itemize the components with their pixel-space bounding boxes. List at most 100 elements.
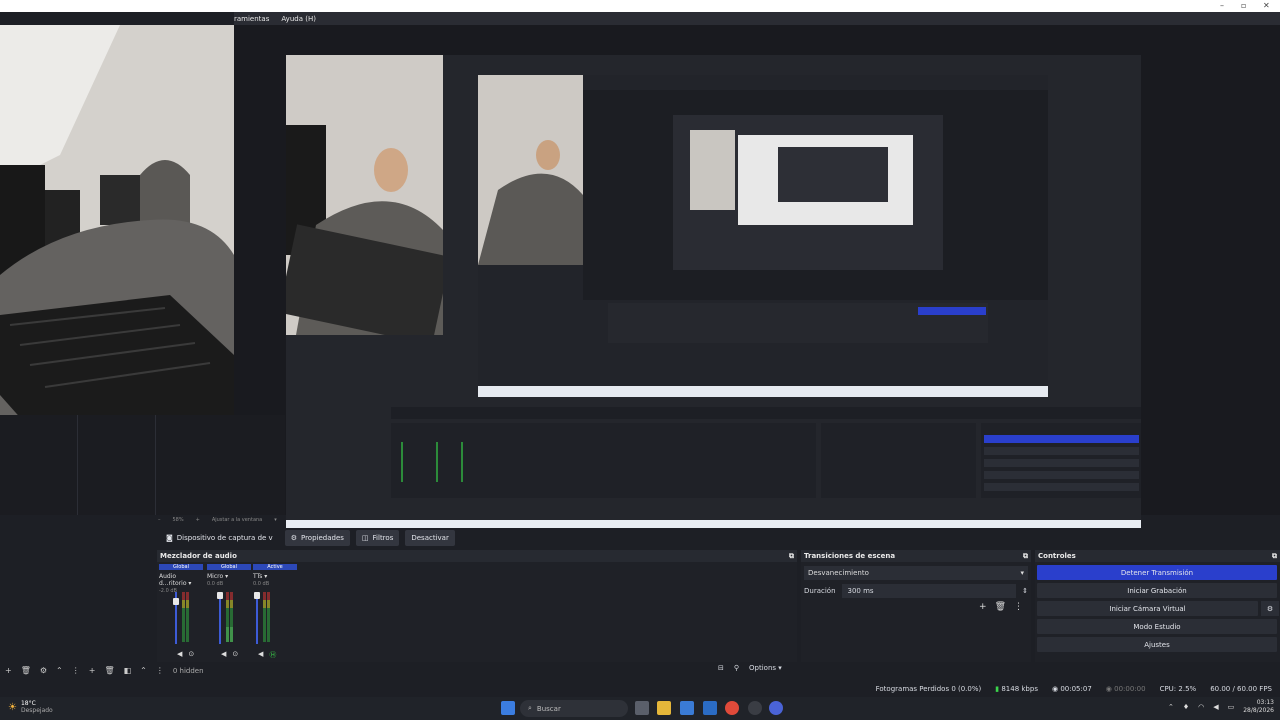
- maximize-icon[interactable]: ▫: [1241, 1, 1246, 10]
- nested-webcam-image: [286, 55, 443, 335]
- more-icon[interactable]: ⋮: [1014, 602, 1023, 612]
- obs-icon[interactable]: [748, 701, 762, 715]
- signal-icon: ▮: [995, 684, 1000, 693]
- chevron-up-icon[interactable]: ⌃: [140, 666, 147, 675]
- zoom-minus-icon[interactable]: –: [158, 517, 161, 523]
- volume-slider[interactable]: [217, 592, 223, 644]
- menu-item-help[interactable]: Ayuda (H): [281, 15, 316, 23]
- stepper-icon[interactable]: ⇕: [1022, 587, 1028, 595]
- add-icon[interactable]: +: [5, 666, 12, 675]
- network-icon[interactable]: ◠: [1198, 703, 1204, 711]
- fps: 60.00 / 60.00 FPS: [1210, 684, 1272, 693]
- battery-icon[interactable]: ▭: [1228, 703, 1235, 711]
- level-meter: [186, 592, 189, 642]
- speaker-icon[interactable]: ◀: [258, 650, 263, 660]
- minimize-icon[interactable]: –: [1220, 1, 1224, 10]
- clock[interactable]: 03:13 28/8/2026: [1243, 699, 1274, 715]
- zoom-plus-icon[interactable]: +: [196, 517, 200, 523]
- headphones-icon[interactable]: Ⓗ: [269, 650, 276, 660]
- gear-icon: ⚙: [290, 534, 297, 542]
- channel-name[interactable]: TTs ▾: [253, 573, 297, 580]
- nested-preview: [286, 55, 1141, 536]
- menu-item-tools[interactable]: ramientas: [234, 15, 269, 23]
- chevron-up-icon[interactable]: ⌃: [1168, 703, 1174, 711]
- mail-icon[interactable]: [703, 701, 717, 715]
- virtual-camera-button[interactable]: Iniciar Cámara Virtual ⚙: [1037, 601, 1279, 616]
- search-box[interactable]: ⌕ Buscar: [520, 700, 628, 717]
- trash-icon[interactable]: 🗑: [21, 666, 31, 675]
- channel-name[interactable]: Audio d...ritorio ▾: [159, 573, 203, 587]
- audio-mixer-panel: Mezclador de audio ⧉ Global Audio d...ri…: [157, 550, 797, 662]
- stop-stream-button[interactable]: Detener Transmisión: [1037, 565, 1277, 580]
- camera-icon: ◙: [166, 534, 173, 542]
- gear-icon[interactable]: ⚙: [40, 666, 47, 675]
- hidden-count: 0 hidden: [172, 666, 204, 675]
- options-dropdown[interactable]: Options ▾: [749, 664, 782, 672]
- group-icon[interactable]: ◧: [124, 666, 132, 675]
- trash-icon[interactable]: 🗑: [995, 602, 1006, 612]
- channel-name[interactable]: Micro ▾: [207, 573, 251, 580]
- file-explorer-icon[interactable]: [657, 701, 671, 715]
- filters-button[interactable]: ◫ Filtros: [355, 530, 400, 546]
- more-icon[interactable]: ⋮: [156, 666, 164, 675]
- source-toolbar: ◙ Dispositivo de captura de v ⚙ Propieda…: [0, 528, 1280, 548]
- gear-icon[interactable]: ⚙: [1261, 601, 1279, 616]
- speaker-icon[interactable]: ◀: [221, 650, 226, 658]
- discord-icon[interactable]: [769, 701, 783, 715]
- level-meter: [182, 592, 185, 642]
- chevron-down-icon[interactable]: ▾: [274, 517, 277, 523]
- mixer-options-bar: ⊟ ⚲ Options ▾: [718, 664, 782, 672]
- mic-icon[interactable]: ♦: [1183, 703, 1189, 711]
- live-time: ◉ 00:05:07: [1051, 684, 1092, 693]
- duration-input[interactable]: 300 ms: [841, 584, 1017, 598]
- scene-source-toolbar: + 🗑 ⚙ ⌃ ⋮ + 🗑 ◧ ⌃ ⋮ 0 hidden: [0, 663, 800, 678]
- link-icon[interactable]: ⚲: [734, 664, 739, 672]
- channel-tag: Active: [253, 564, 297, 570]
- broadcast-icon: ◉: [1051, 684, 1059, 693]
- level-meter: [230, 592, 233, 642]
- chrome-icon[interactable]: [725, 701, 739, 715]
- nested-docks: [391, 407, 1141, 517]
- undock-icon[interactable]: ⧉: [1272, 552, 1277, 561]
- volume-icon[interactable]: ◀: [1213, 703, 1218, 711]
- mixer-layout-icon[interactable]: ⊟: [718, 664, 724, 672]
- close-icon[interactable]: ✕: [1263, 1, 1270, 10]
- dock-divider: [77, 415, 78, 515]
- undock-icon[interactable]: ⧉: [1023, 552, 1028, 561]
- properties-button[interactable]: ⚙ Propiedades: [284, 530, 350, 546]
- settings-icon[interactable]: ⊙: [188, 650, 194, 658]
- weather-widget[interactable]: ☀ 18°C Despejado: [8, 700, 53, 714]
- add-icon[interactable]: +: [89, 666, 96, 675]
- channel-db: 0.0 dB: [207, 581, 224, 587]
- zoom-fit[interactable]: Ajustar a la ventana: [212, 517, 262, 523]
- os-taskbar: ☀ 18°C Despejado ⌕ Buscar ⌃ ♦ ◠ ◀ ▭ 03:1…: [0, 697, 1280, 720]
- menu-bar: ramientas Ayuda (H): [234, 12, 1280, 25]
- source-label: ◙ Dispositivo de captura de v: [166, 534, 273, 542]
- transition-select[interactable]: Desvanecimiento ▾: [804, 566, 1028, 580]
- status-bar: Fotogramas Perdidos 0 (0.0%) ▮ 8148 kbps…: [0, 681, 1280, 696]
- settings-button[interactable]: Ajustes: [1037, 637, 1277, 652]
- undock-icon[interactable]: ⧉: [789, 552, 794, 561]
- deactivate-button[interactable]: Desactivar: [405, 530, 455, 546]
- bitrate: ▮ 8148 kbps: [995, 684, 1038, 693]
- duration-label: Duración: [804, 587, 836, 595]
- mixer-channel-tts: Active TTs ▾ 0.0 dB ◀ Ⓗ: [253, 564, 297, 659]
- store-icon[interactable]: [680, 701, 694, 715]
- scene-transitions-panel: Transiciones de escena ⧉ Desvanecimiento…: [801, 550, 1031, 662]
- volume-slider[interactable]: [173, 592, 179, 644]
- chevron-up-icon[interactable]: ⌃: [56, 666, 63, 675]
- volume-slider[interactable]: [254, 592, 260, 644]
- studio-mode-button[interactable]: Modo Estudio: [1037, 619, 1277, 634]
- search-icon: ⌕: [528, 704, 532, 712]
- more-icon[interactable]: ⋮: [72, 666, 80, 675]
- settings-icon[interactable]: ⊙: [232, 650, 238, 658]
- trash-icon[interactable]: 🗑: [104, 666, 114, 675]
- controls-title: Controles: [1038, 552, 1076, 560]
- start-recording-button[interactable]: Iniciar Grabación: [1037, 583, 1277, 598]
- record-icon: ◉: [1105, 684, 1112, 693]
- level-meter: [267, 592, 270, 642]
- start-icon[interactable]: [501, 701, 515, 715]
- task-view-icon[interactable]: [635, 701, 649, 715]
- speaker-icon[interactable]: ◀: [177, 650, 182, 658]
- add-icon[interactable]: +: [979, 602, 987, 612]
